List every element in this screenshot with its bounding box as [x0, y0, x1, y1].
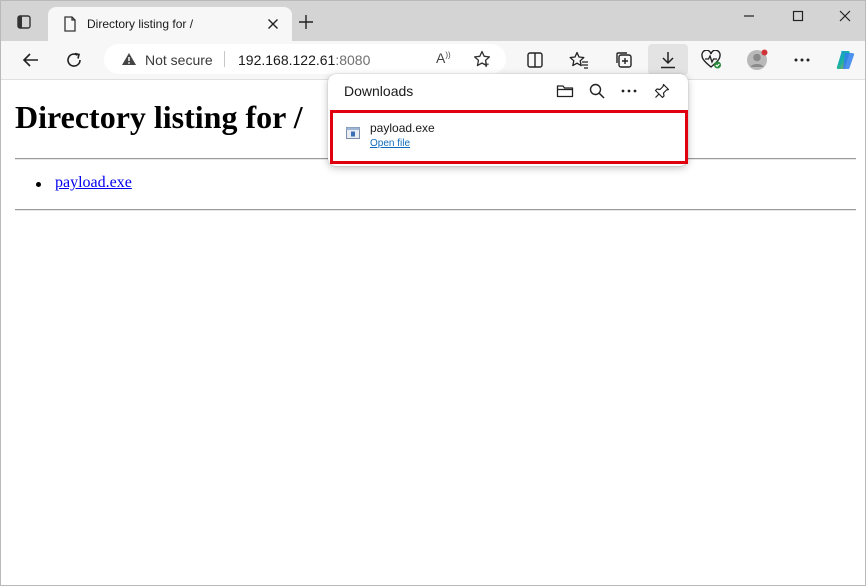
window-close-icon[interactable] [834, 7, 856, 25]
url-text[interactable]: 192.168.122.61:8080 [238, 52, 370, 68]
read-aloud-icon[interactable]: A)) [436, 50, 451, 66]
tab-title: Directory listing for / [87, 17, 194, 31]
address-divider [224, 51, 225, 67]
refresh-icon[interactable] [63, 49, 85, 71]
download-filename: payload.exe [370, 121, 435, 135]
download-icon [657, 49, 679, 71]
active-tab[interactable]: Directory listing for / [48, 7, 292, 41]
favorites-icon[interactable] [568, 49, 590, 71]
downloads-button[interactable] [648, 44, 688, 75]
copilot-icon[interactable] [834, 48, 858, 72]
file-list: payload.exe [36, 174, 132, 192]
page-favicon-icon [64, 16, 76, 32]
downloads-title: Downloads [344, 83, 414, 99]
more-options-icon[interactable] [618, 80, 640, 102]
url-host: 192.168.122.61 [238, 52, 336, 68]
new-tab-icon[interactable] [298, 14, 314, 30]
url-port: :8080 [335, 52, 371, 68]
pin-icon[interactable] [651, 80, 673, 102]
downloads-panel: Downloads payload.exe Open file [328, 74, 688, 166]
warning-icon[interactable] [121, 52, 137, 66]
tab-actions-icon[interactable] [13, 11, 35, 33]
profile-icon[interactable] [746, 49, 768, 71]
list-item: payload.exe [36, 174, 132, 192]
page-title: Directory listing for / [15, 99, 303, 135]
minimize-icon[interactable] [738, 7, 760, 25]
add-favorite-icon[interactable] [473, 50, 491, 68]
file-link-payload[interactable]: payload.exe [55, 174, 132, 191]
maximize-icon[interactable] [787, 7, 809, 25]
open-folder-icon[interactable] [554, 80, 576, 102]
split-screen-icon[interactable] [524, 49, 546, 71]
exe-file-icon [346, 127, 360, 139]
tab-strip: Directory listing for / [1, 1, 865, 41]
browser-essentials-icon[interactable] [701, 49, 723, 71]
bottom-divider [15, 209, 856, 211]
open-file-link[interactable]: Open file [370, 138, 410, 149]
address-bar[interactable]: Not secure 192.168.122.61:8080 A)) [104, 44, 506, 74]
back-icon[interactable] [20, 49, 42, 71]
collections-icon[interactable] [613, 49, 635, 71]
download-item[interactable]: payload.exe Open file [330, 110, 688, 164]
more-icon[interactable] [791, 49, 813, 71]
search-icon[interactable] [586, 80, 608, 102]
tab-close-icon[interactable] [267, 18, 279, 30]
security-label[interactable]: Not secure [145, 52, 213, 68]
browser-window: Directory listing for / Not secure 192.1… [0, 0, 866, 586]
